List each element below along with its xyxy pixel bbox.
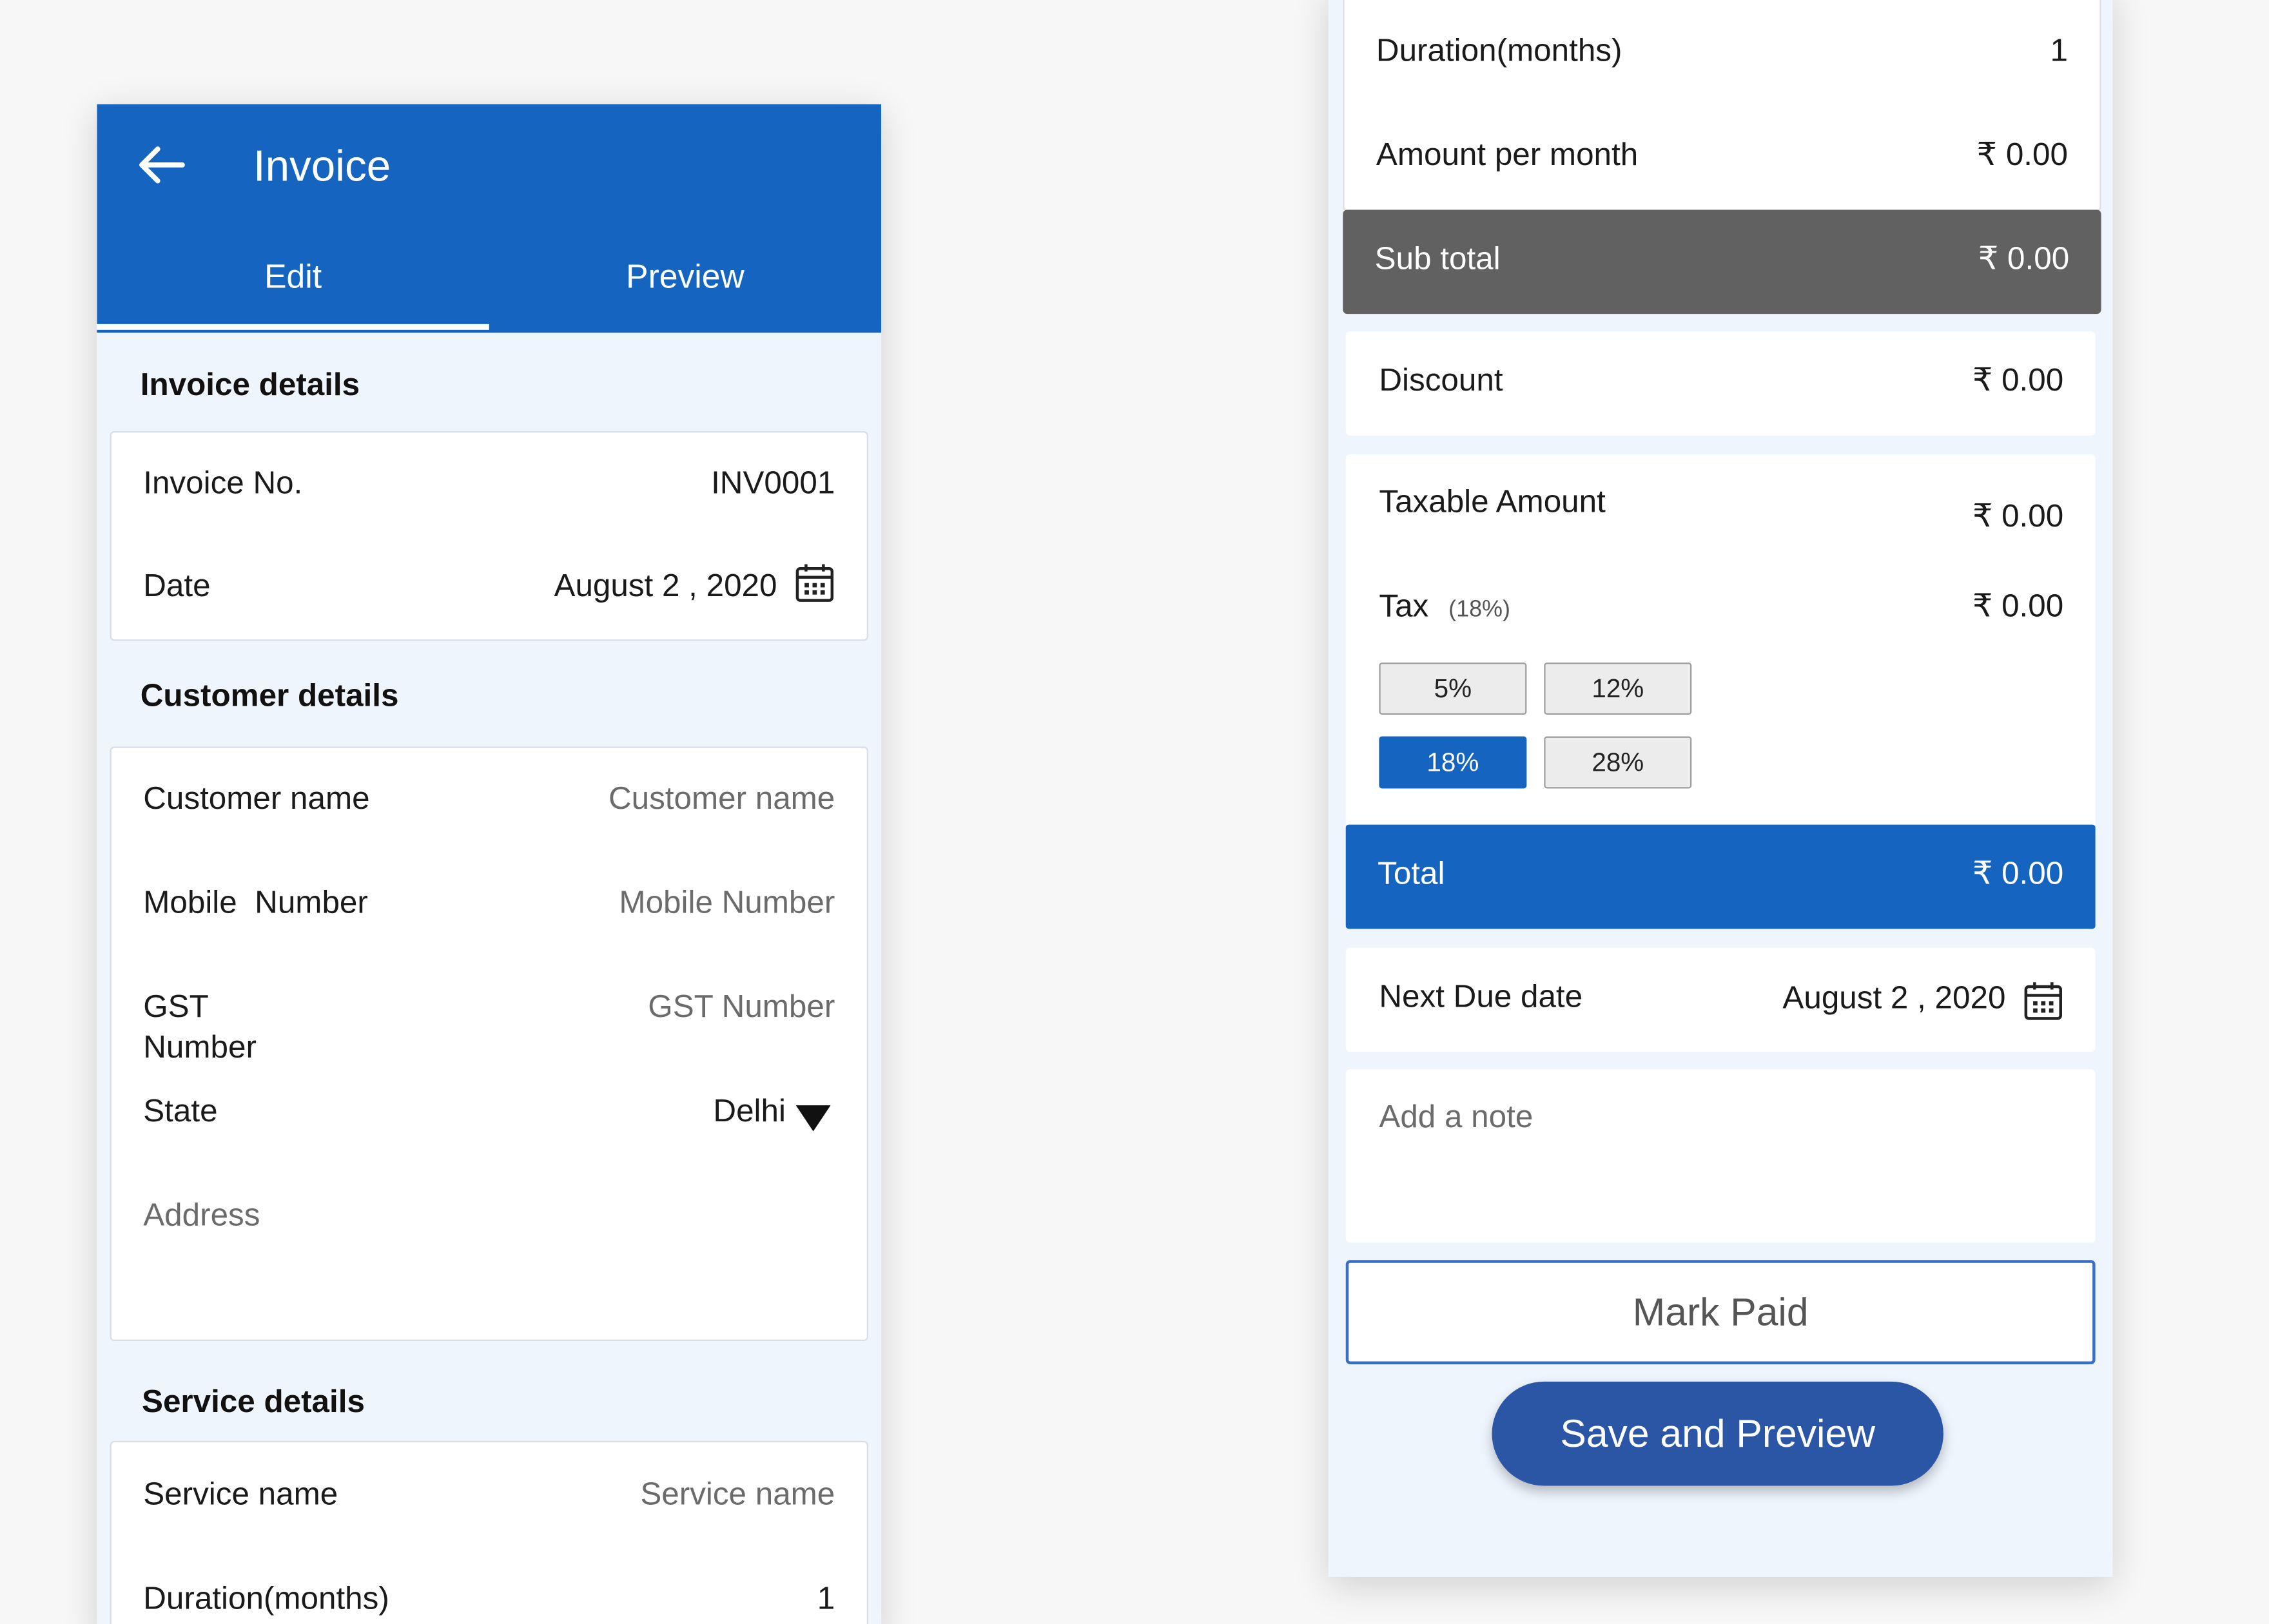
customer-name-label: Customer name <box>143 780 370 817</box>
calendar-icon[interactable] <box>794 563 835 603</box>
service-details-card: Service name Service name Duration(month… <box>110 1440 868 1624</box>
next-due-date-label: Next Due date <box>1379 978 1583 1014</box>
discount-row[interactable]: Discount ₹ 0.00 <box>1345 331 2096 436</box>
tab-preview[interactable]: Preview <box>489 258 881 301</box>
state-value[interactable]: Delhi <box>713 1092 786 1130</box>
mark-paid-button[interactable]: Mark Paid <box>1345 1260 2096 1364</box>
dropdown-caret-icon[interactable] <box>795 1105 831 1132</box>
amount-per-month-value[interactable]: ₹ 0.00 <box>1977 136 2068 173</box>
taxable-amount-value: ₹ 0.00 <box>1972 498 2064 534</box>
app-bar: Invoice Edit Preview <box>97 104 882 333</box>
tab-edit[interactable]: Edit <box>97 258 489 301</box>
duration-value[interactable]: 1 <box>817 1580 835 1617</box>
page-title: Invoice <box>253 143 391 191</box>
mobile-number-label: Mobile Number <box>143 884 368 920</box>
tab-indicator <box>97 324 489 330</box>
customer-details-heading: Customer details <box>140 677 399 713</box>
service-details-heading: Service details <box>142 1383 365 1420</box>
date-label: Date <box>143 567 211 604</box>
address-input[interactable]: Address <box>143 1197 260 1234</box>
state-label: State <box>143 1092 218 1129</box>
tax-value: ₹ 0.00 <box>1972 587 2064 624</box>
service-name-label: Service name <box>143 1475 338 1512</box>
total-band: Total ₹ 0.00 <box>1345 824 2096 929</box>
duration-row[interactable]: Duration(months) 1 <box>1345 32 2100 90</box>
address-row[interactable]: Address <box>112 1197 867 1255</box>
gst-number-row[interactable]: GST Number GST Number <box>112 988 867 1083</box>
mobile-number-input[interactable]: Mobile Number <box>619 884 835 922</box>
service-name-input[interactable]: Service name <box>640 1476 835 1513</box>
gst-number-input[interactable]: GST Number <box>648 988 835 1025</box>
customer-name-input[interactable]: Customer name <box>609 780 835 817</box>
duration-label: Duration(months) <box>143 1580 389 1616</box>
tax-label: Tax <box>1379 587 1429 624</box>
tax-option-5[interactable]: 5% <box>1379 662 1527 715</box>
calendar-icon[interactable] <box>2023 981 2063 1021</box>
gst-label-line1: GST <box>143 988 209 1025</box>
date-row[interactable]: Date August 2 , 2020 <box>112 564 867 625</box>
invoice-details-card: Invoice No. INV0001 Date August 2 , 2020 <box>110 430 868 641</box>
tax-card: Taxable Amount ₹ 0.00 Tax (18%) ₹ 0.00 5… <box>1345 454 2096 828</box>
invoice-details-heading: Invoice details <box>140 365 360 403</box>
subtotal-band: Sub total ₹ 0.00 <box>1343 209 2101 314</box>
discount-value[interactable]: ₹ 0.00 <box>1972 362 2063 399</box>
state-row[interactable]: State Delhi <box>112 1092 867 1150</box>
customer-details-card: Customer name Customer name Mobile Numbe… <box>110 746 868 1342</box>
duration-label: Duration(months) <box>1376 32 1622 68</box>
invoice-no-label: Invoice No. <box>143 464 303 501</box>
invoice-edit-screen: Invoice Edit Preview Invoice details Inv… <box>97 104 882 1624</box>
note-textarea[interactable]: Add a note <box>1345 1068 2096 1243</box>
next-due-date-row[interactable]: Next Due date August 2 , 2020 <box>1345 947 2096 1052</box>
amount-per-month-row[interactable]: Amount per month ₹ 0.00 <box>1345 136 2100 194</box>
total-value: ₹ 0.00 <box>1972 855 2064 891</box>
gst-label-line2: Number <box>143 1029 257 1065</box>
date-value[interactable]: August 2 , 2020 <box>554 567 777 604</box>
amount-per-month-label: Amount per month <box>1376 136 1639 173</box>
save-and-preview-button[interactable]: Save and Preview <box>1492 1381 1943 1486</box>
tax-option-12[interactable]: 12% <box>1544 662 1692 715</box>
arrow-left-icon[interactable] <box>135 142 187 188</box>
duration-row[interactable]: Duration(months) 1 <box>112 1580 867 1624</box>
duration-value[interactable]: 1 <box>2050 32 2068 69</box>
customer-name-row[interactable]: Customer name Customer name <box>112 780 867 838</box>
taxable-amount-label: Taxable Amount <box>1379 483 1606 519</box>
total-label: Total <box>1378 855 1445 891</box>
mobile-number-row[interactable]: Mobile Number Mobile Number <box>112 884 867 942</box>
scene: Invoice Edit Preview Invoice details Inv… <box>0 0 2269 1624</box>
invoice-summary-screen: Duration(months) 1 Amount per month ₹ 0.… <box>1328 0 2113 1577</box>
next-due-date-value[interactable]: August 2 , 2020 <box>1782 980 2005 1017</box>
tax-option-28[interactable]: 28% <box>1544 736 1692 789</box>
service-cost-card: Duration(months) 1 Amount per month ₹ 0.… <box>1343 0 2101 211</box>
invoice-no-row[interactable]: Invoice No. INV0001 <box>112 465 867 523</box>
tax-option-18[interactable]: 18% <box>1379 736 1527 789</box>
invoice-no-value[interactable]: INV0001 <box>711 465 835 502</box>
discount-label: Discount <box>1379 362 1503 398</box>
subtotal-value: ₹ 0.00 <box>1978 240 2070 276</box>
service-name-row[interactable]: Service name Service name <box>112 1476 867 1534</box>
tax-rate-label: (18%) <box>1448 597 1510 623</box>
note-placeholder: Add a note <box>1379 1097 1534 1135</box>
subtotal-label: Sub total <box>1374 240 1501 276</box>
